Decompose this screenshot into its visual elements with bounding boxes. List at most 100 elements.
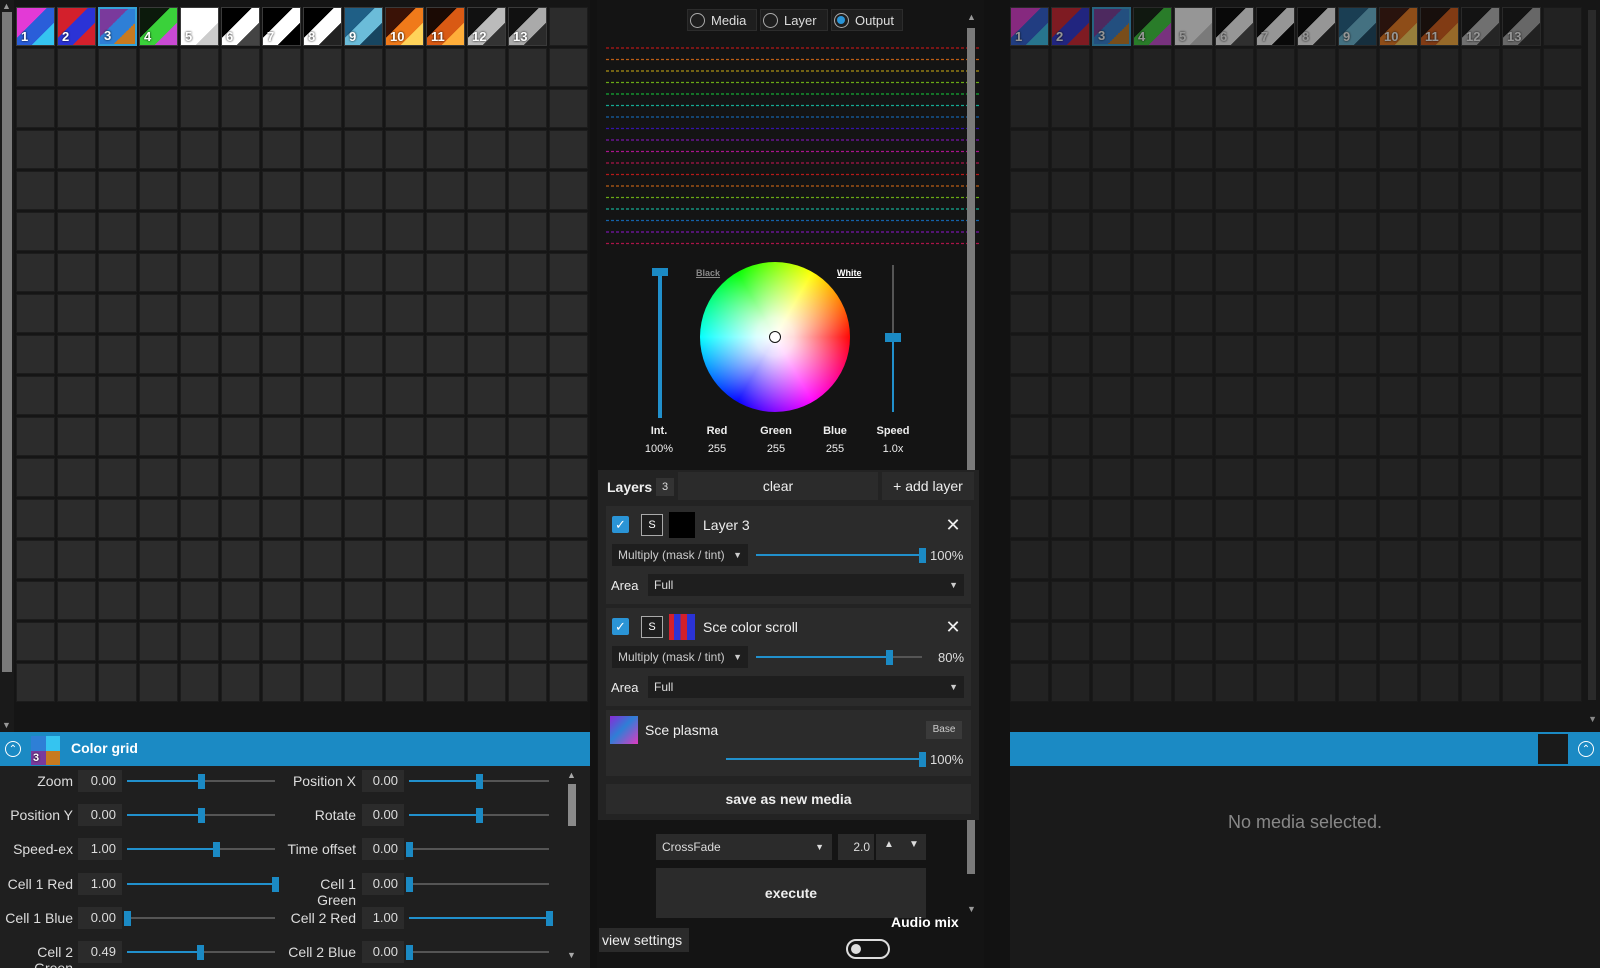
empty-media-slot[interactable] — [1051, 130, 1090, 169]
empty-media-slot[interactable] — [385, 458, 424, 497]
empty-media-slot[interactable] — [467, 89, 506, 128]
transition-duration-input[interactable]: 2.0 — [838, 834, 874, 860]
empty-media-slot[interactable] — [303, 171, 342, 210]
empty-media-slot[interactable] — [1461, 417, 1500, 456]
empty-media-slot[interactable] — [426, 663, 465, 702]
right-media-thumb[interactable]: 6 — [1215, 7, 1254, 46]
empty-media-slot[interactable] — [1461, 294, 1500, 333]
empty-media-slot[interactable] — [16, 335, 55, 374]
layer-enable-checkbox[interactable]: ✓ — [612, 516, 629, 533]
empty-media-slot[interactable] — [426, 622, 465, 661]
right-media-thumb[interactable]: 7 — [1256, 7, 1295, 46]
empty-media-slot[interactable] — [1461, 48, 1500, 87]
empty-media-slot[interactable] — [1133, 130, 1172, 169]
empty-media-slot[interactable] — [1543, 7, 1582, 46]
empty-media-slot[interactable] — [1338, 622, 1377, 661]
empty-media-slot[interactable] — [385, 48, 424, 87]
empty-media-slot[interactable] — [1133, 294, 1172, 333]
right-grid-scrollbar[interactable] — [1588, 10, 1596, 700]
empty-media-slot[interactable] — [467, 253, 506, 292]
empty-media-slot[interactable] — [262, 335, 301, 374]
empty-media-slot[interactable] — [1092, 253, 1131, 292]
step-down-icon[interactable]: ▼ — [909, 839, 919, 850]
empty-media-slot[interactable] — [426, 540, 465, 579]
radio-media-dot[interactable] — [690, 12, 705, 28]
empty-media-slot[interactable] — [549, 622, 588, 661]
empty-media-slot[interactable] — [467, 663, 506, 702]
empty-media-slot[interactable] — [426, 48, 465, 87]
empty-media-slot[interactable] — [1051, 212, 1090, 251]
empty-media-slot[interactable] — [1215, 622, 1254, 661]
empty-media-slot[interactable] — [1420, 212, 1459, 251]
empty-media-slot[interactable] — [262, 663, 301, 702]
empty-media-slot[interactable] — [1092, 48, 1131, 87]
param-slider[interactable] — [127, 842, 275, 857]
area-select[interactable]: Full ▼ — [648, 574, 964, 596]
empty-media-slot[interactable] — [1461, 253, 1500, 292]
empty-media-slot[interactable] — [1051, 89, 1090, 128]
empty-media-slot[interactable] — [180, 335, 219, 374]
empty-media-slot[interactable] — [426, 89, 465, 128]
empty-media-slot[interactable] — [262, 171, 301, 210]
empty-media-slot[interactable] — [1297, 294, 1336, 333]
empty-media-slot[interactable] — [1215, 130, 1254, 169]
empty-media-slot[interactable] — [1379, 48, 1418, 87]
empty-media-slot[interactable] — [344, 253, 383, 292]
empty-media-slot[interactable] — [1502, 48, 1541, 87]
empty-media-slot[interactable] — [180, 417, 219, 456]
empty-media-slot[interactable] — [1133, 622, 1172, 661]
param-value-input[interactable]: 0.49 — [78, 941, 122, 963]
empty-media-slot[interactable] — [139, 622, 178, 661]
empty-media-slot[interactable] — [16, 622, 55, 661]
param-slider[interactable] — [409, 774, 549, 789]
empty-media-slot[interactable] — [1256, 212, 1295, 251]
empty-media-slot[interactable] — [1051, 335, 1090, 374]
clear-button[interactable]: clear — [678, 472, 878, 500]
param-slider[interactable] — [127, 774, 275, 789]
empty-media-slot[interactable] — [98, 499, 137, 538]
empty-media-slot[interactable] — [1174, 335, 1213, 374]
empty-media-slot[interactable] — [1215, 294, 1254, 333]
empty-media-slot[interactable] — [1338, 212, 1377, 251]
empty-media-slot[interactable] — [16, 130, 55, 169]
empty-media-slot[interactable] — [1215, 417, 1254, 456]
empty-media-slot[interactable] — [98, 171, 137, 210]
empty-media-slot[interactable] — [467, 212, 506, 251]
empty-media-slot[interactable] — [426, 253, 465, 292]
empty-media-slot[interactable] — [1051, 663, 1090, 702]
empty-media-slot[interactable] — [180, 212, 219, 251]
empty-media-slot[interactable] — [1133, 458, 1172, 497]
empty-media-slot[interactable] — [303, 212, 342, 251]
empty-media-slot[interactable] — [1051, 253, 1090, 292]
empty-media-slot[interactable] — [426, 417, 465, 456]
empty-media-slot[interactable] — [1051, 294, 1090, 333]
empty-media-slot[interactable] — [1092, 89, 1131, 128]
param-slider-knob[interactable] — [124, 911, 131, 926]
right-media-thumb[interactable]: 2 — [1051, 7, 1090, 46]
empty-media-slot[interactable] — [262, 253, 301, 292]
empty-media-slot[interactable] — [385, 622, 424, 661]
empty-media-slot[interactable] — [98, 294, 137, 333]
empty-media-slot[interactable] — [98, 212, 137, 251]
empty-media-slot[interactable] — [467, 622, 506, 661]
empty-media-slot[interactable] — [262, 581, 301, 620]
speed-knob[interactable] — [885, 333, 901, 342]
empty-media-slot[interactable] — [1379, 581, 1418, 620]
solo-button[interactable]: S — [641, 514, 663, 536]
empty-media-slot[interactable] — [1051, 540, 1090, 579]
empty-media-slot[interactable] — [303, 663, 342, 702]
empty-media-slot[interactable] — [98, 89, 137, 128]
empty-media-slot[interactable] — [57, 253, 96, 292]
empty-media-slot[interactable] — [1133, 417, 1172, 456]
empty-media-slot[interactable] — [180, 294, 219, 333]
intensity-knob[interactable] — [652, 268, 668, 276]
empty-media-slot[interactable] — [57, 581, 96, 620]
empty-media-slot[interactable] — [467, 171, 506, 210]
empty-media-slot[interactable] — [57, 212, 96, 251]
blend-mode-select[interactable]: Multiply (mask / tint) ▼ — [612, 544, 748, 566]
empty-media-slot[interactable] — [221, 417, 260, 456]
empty-media-slot[interactable] — [1502, 581, 1541, 620]
empty-media-slot[interactable] — [1338, 663, 1377, 702]
empty-media-slot[interactable] — [1092, 458, 1131, 497]
empty-media-slot[interactable] — [467, 335, 506, 374]
